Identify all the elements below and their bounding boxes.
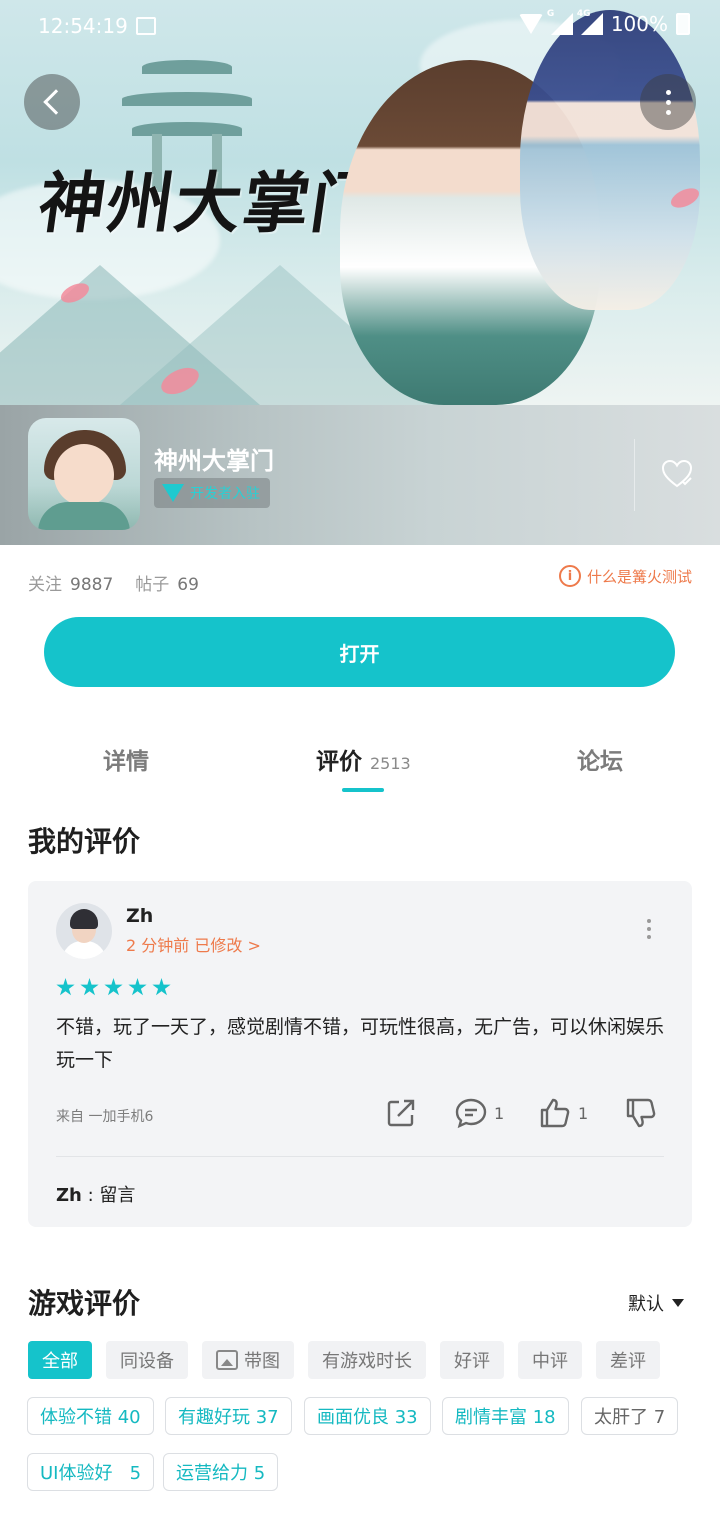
info-icon: i (558, 565, 581, 587)
review-user-name[interactable]: Zh (126, 905, 153, 927)
game-icon (28, 418, 140, 530)
star-icon (104, 978, 123, 996)
dislike-button[interactable] (624, 1096, 658, 1130)
tab-review-label: 评价 (316, 749, 362, 775)
comment-count: 1 (494, 1103, 505, 1123)
avatar[interactable] (56, 903, 112, 959)
filter-negative[interactable]: 差评 (596, 1341, 660, 1379)
star-icon (152, 978, 171, 996)
character-illustration (520, 10, 700, 310)
filter-has-playtime[interactable]: 有游戏时长 (308, 1341, 426, 1379)
tag-too-grindy[interactable]: 太肝了 7 (581, 1397, 679, 1435)
caret-down-icon (672, 1299, 684, 1307)
gallery-icon (136, 17, 156, 35)
reply-row[interactable]: Zh : 留言 (56, 1181, 135, 1207)
divider (634, 439, 635, 511)
star-icon (56, 978, 75, 996)
game-reviews-title: 游戏评价 (28, 1287, 141, 1320)
game-name: 神州大掌门 (154, 447, 274, 475)
my-review-title: 我的评价 (28, 825, 141, 858)
open-button[interactable]: 打开 (44, 617, 675, 687)
developer-badge[interactable]: 开发者入驻 (154, 478, 270, 508)
filter-all[interactable]: 全部 (28, 1341, 92, 1379)
back-button[interactable] (24, 74, 80, 130)
battery-icon (676, 13, 690, 35)
signal-icon: G (547, 9, 573, 35)
tag-good-operations[interactable]: 运营给力 5 (163, 1453, 279, 1491)
tag-good-graphics[interactable]: 画面优良 33 (304, 1397, 431, 1435)
share-button[interactable] (384, 1096, 418, 1130)
star-icon (80, 978, 99, 996)
thumbs-down-icon (626, 1098, 656, 1128)
battery-percent: 100% (610, 12, 668, 36)
developer-badge-label: 开发者入驻 (190, 486, 260, 502)
tab-detail[interactable]: 详情 (103, 742, 149, 776)
wifi-icon (518, 14, 543, 34)
more-vertical-icon[interactable] (647, 919, 651, 939)
signal-icon: 4G (577, 9, 603, 35)
tab-review[interactable]: 评价 2513 (316, 742, 411, 776)
filter-neutral[interactable]: 中评 (518, 1341, 582, 1379)
tag-good-experience[interactable]: 体验不错 40 (27, 1397, 154, 1435)
comment-icon (455, 1098, 487, 1129)
more-button[interactable] (640, 74, 696, 130)
game-stats: 关注 9887 帖子 69 (28, 570, 199, 595)
reply-separator: : (81, 1185, 100, 1206)
bonfire-test-label: 什么是篝火测试 (586, 567, 692, 586)
follow-stat[interactable]: 关注 9887 (28, 570, 113, 595)
tab-forum[interactable]: 论坛 (577, 742, 623, 776)
review-actions: 1 1 (384, 1096, 664, 1132)
game-header: 神州大掌门 开发者入驻 (0, 405, 720, 545)
review-time-edited[interactable]: 2 分钟前 已修改 > (126, 932, 261, 956)
reply-user: Zh (56, 1185, 82, 1206)
star-rating (56, 978, 171, 997)
sort-label: 默认 (628, 1294, 664, 1315)
comment-button[interactable]: 1 (454, 1096, 504, 1130)
filter-positive[interactable]: 好评 (440, 1341, 504, 1379)
filter-same-device[interactable]: 同设备 (106, 1341, 188, 1379)
like-button[interactable]: 1 (538, 1096, 588, 1130)
thumbs-up-icon (540, 1098, 570, 1128)
divider (56, 1156, 664, 1157)
review-count: 2513 (370, 754, 411, 773)
image-icon (216, 1350, 238, 1370)
tab-indicator (342, 788, 384, 792)
heart-icon[interactable] (660, 457, 694, 491)
more-vertical-icon (665, 89, 671, 115)
chevron-left-icon (43, 89, 69, 115)
bonfire-test-link[interactable]: i 什么是篝火测试 (558, 565, 692, 587)
share-icon (387, 1099, 415, 1127)
game-banner: 神州大掌门 (0, 0, 720, 405)
diamond-icon (162, 484, 184, 502)
posts-stat[interactable]: 帖子 69 (135, 570, 199, 595)
tag-good-ui[interactable]: UI体验好 5 (27, 1453, 155, 1491)
tab-bar: 详情 评价 2513 论坛 (0, 728, 720, 792)
my-review-card[interactable]: Zh 2 分钟前 已修改 > 不错，玩了一天了，感觉剧情不错，可玩性很高，无广告… (28, 881, 692, 1227)
tag-rich-story[interactable]: 剧情丰富 18 (442, 1397, 569, 1435)
status-bar: 12:54:19 G 4G 100% (0, 0, 720, 52)
reply-text: 留言 (99, 1185, 136, 1206)
filter-with-images[interactable]: 带图 (202, 1341, 294, 1379)
status-time: 12:54:19 (38, 14, 128, 38)
game-logo-text: 神州大掌门 (33, 164, 385, 242)
tag-fun[interactable]: 有趣好玩 37 (165, 1397, 292, 1435)
sort-dropdown[interactable]: 默认 (628, 1290, 684, 1316)
review-device: 来自 一加手机6 (56, 1109, 154, 1125)
review-text: 不错，玩了一天了，感觉剧情不错，可玩性很高，无广告，可以休闲娱乐玩一下 (56, 1016, 665, 1071)
filter-with-images-label: 带图 (244, 1351, 280, 1372)
like-count: 1 (578, 1103, 589, 1123)
star-icon (128, 978, 147, 996)
